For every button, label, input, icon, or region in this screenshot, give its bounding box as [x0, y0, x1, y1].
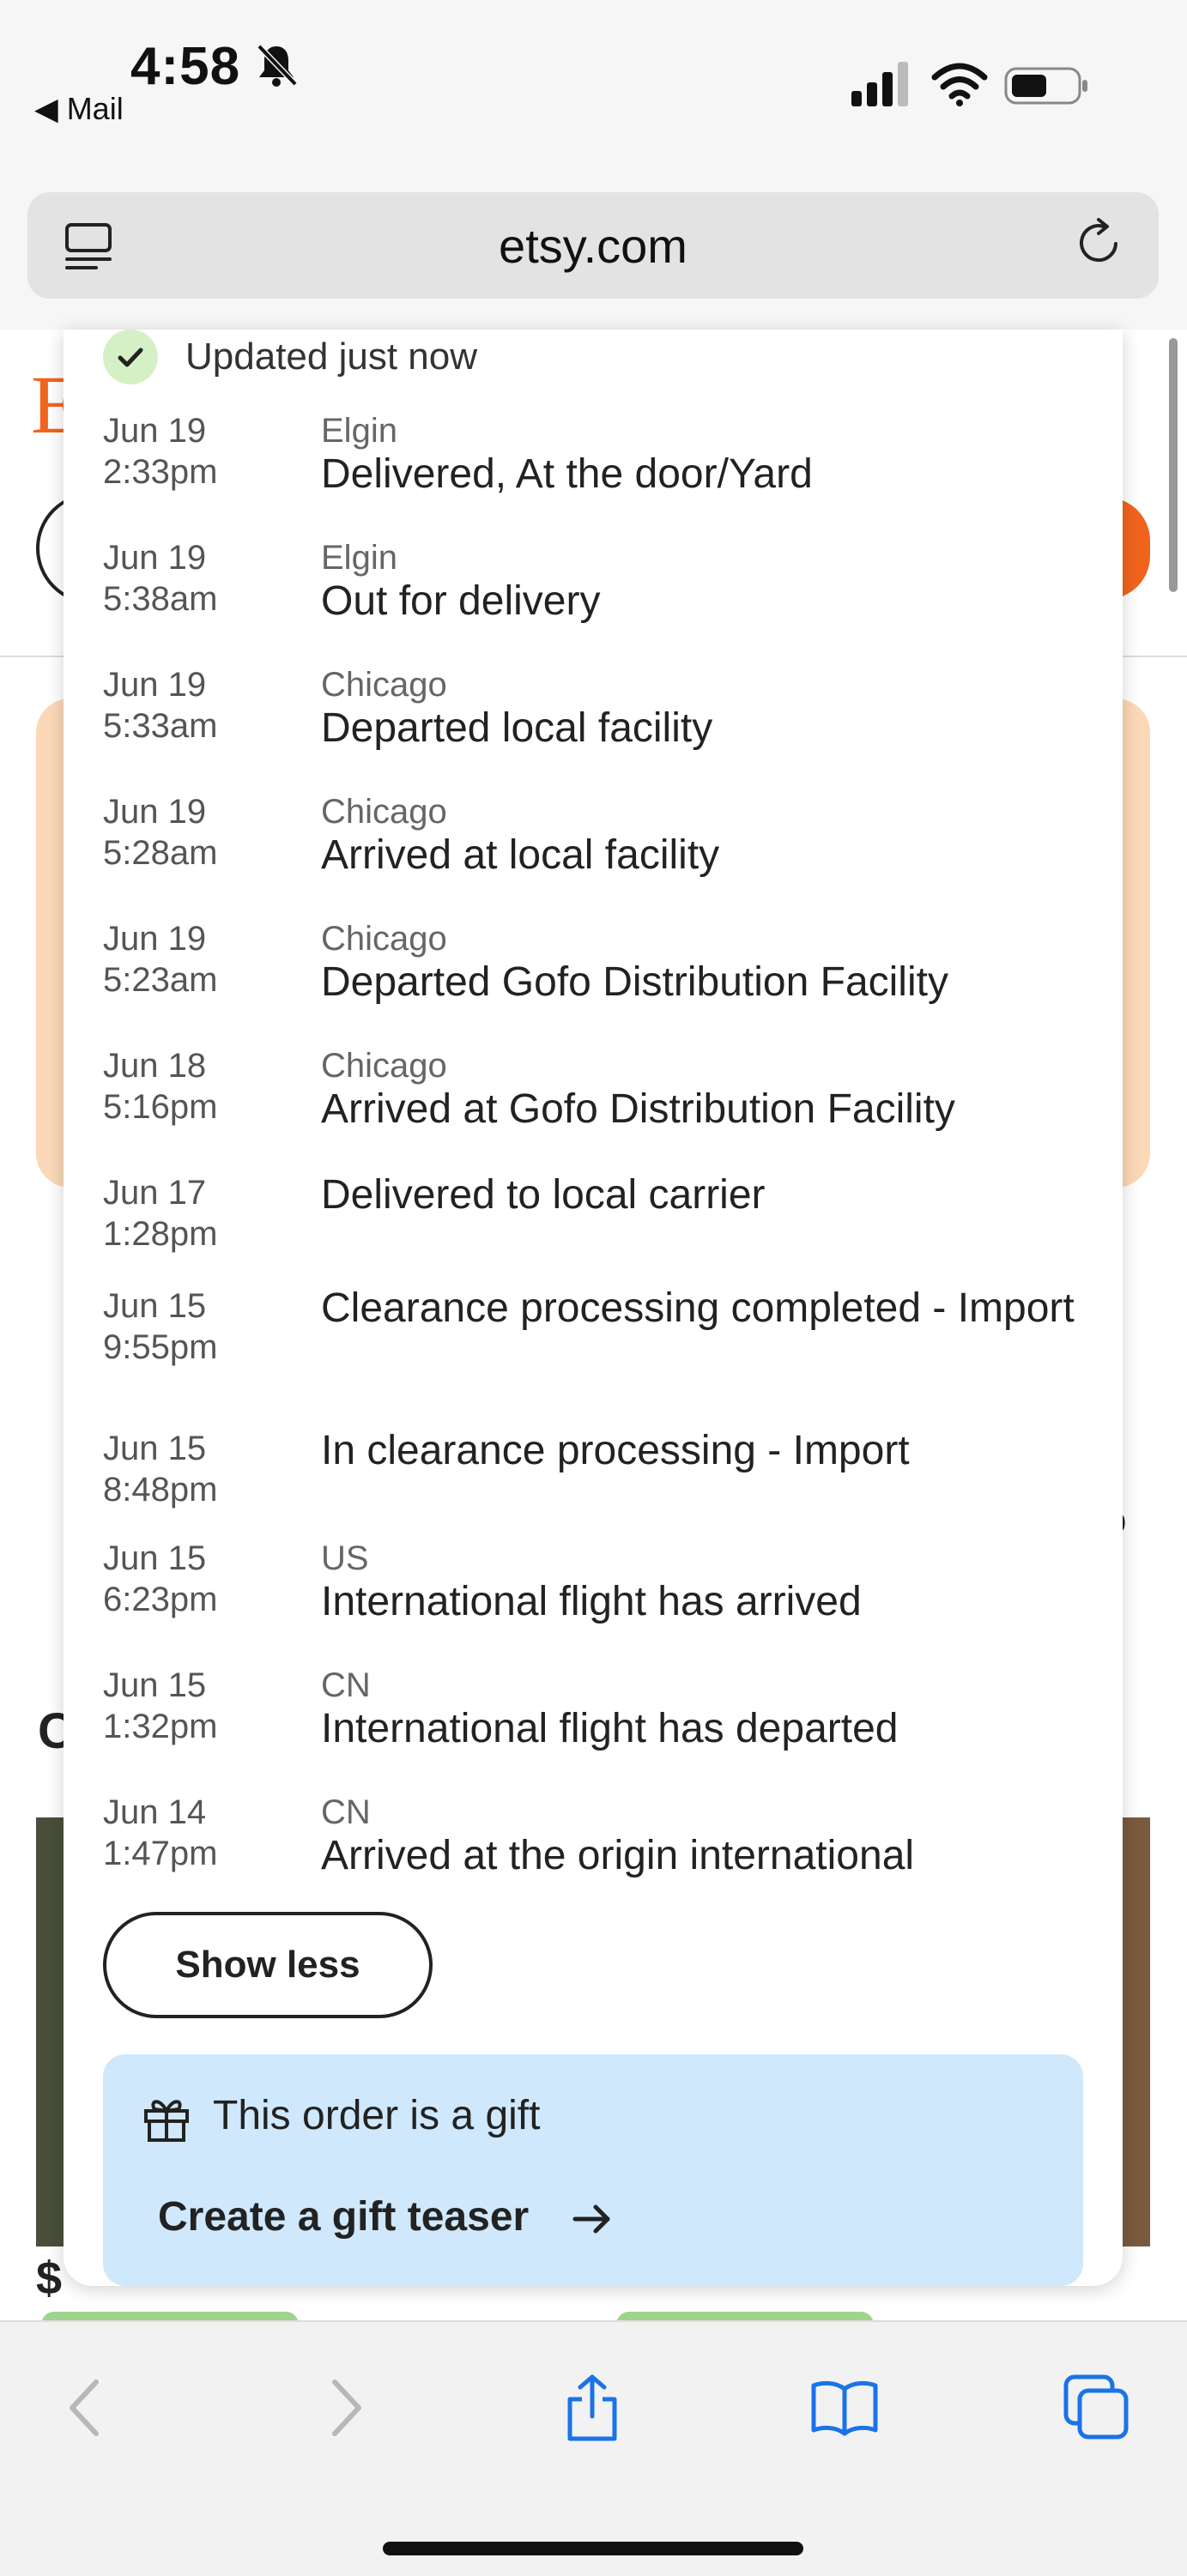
event-datetime: Jun 19 2:33pm	[103, 412, 218, 491]
url-text: etsy.com	[499, 219, 687, 273]
show-less-button[interactable]: Show less	[103, 1912, 433, 2018]
gift-panel: This order is a gift Create a gift tease…	[103, 2054, 1083, 2286]
create-gift-teaser-link[interactable]: Create a gift teaser	[158, 2193, 529, 2240]
arrow-right-icon[interactable]	[570, 2198, 616, 2240]
tabs-icon[interactable]	[1063, 2373, 1131, 2442]
listing-price: $	[36, 2252, 63, 2304]
event-datetime: Jun 15 1:32pm	[103, 1666, 218, 1745]
event-description: Delivered, At the door/Yard	[321, 451, 813, 497]
event-location: CN	[321, 1793, 371, 1831]
browser-toolbar	[0, 2320, 1187, 2576]
event-description: Arrived at the origin international	[321, 1833, 915, 1878]
event-location: Elgin	[321, 412, 397, 450]
gift-text: This order is a gift	[213, 2093, 541, 2138]
bell-slash-icon	[257, 44, 298, 87]
gift-icon	[144, 2100, 189, 2142]
event-location: Chicago	[321, 920, 447, 958]
tracking-popup: Updated just now Jun 19 2:33pm Elgin Deli…	[64, 330, 1123, 2286]
event-description: Arrived at local facility	[321, 832, 720, 878]
wifi-icon	[931, 63, 988, 106]
event-location: Chicago	[321, 1047, 447, 1085]
address-bar[interactable]: etsy.com	[27, 192, 1159, 299]
event-datetime: Jun 15 6:23pm	[103, 1539, 218, 1618]
back-triangle-icon: ◀	[34, 91, 67, 126]
scrollbar[interactable]	[1169, 338, 1178, 592]
reload-icon[interactable]	[1073, 216, 1126, 269]
event-datetime: Jun 15 9:55pm	[103, 1287, 218, 1366]
event-datetime: Jun 14 1:47pm	[103, 1793, 218, 1872]
home-indicator[interactable]	[383, 2542, 803, 2555]
share-icon[interactable]	[558, 2373, 627, 2442]
event-description: Delivered to local carrier	[321, 1172, 766, 1218]
clock: 4:58	[130, 37, 241, 96]
updated-status-text: Updated just now	[185, 336, 477, 378]
event-location: CN	[321, 1666, 371, 1704]
event-description: Clearance processing completed - Import	[321, 1285, 1075, 1331]
event-description: Out for delivery	[321, 578, 601, 624]
event-location: US	[321, 1539, 369, 1577]
event-description: International flight has arrived	[321, 1579, 862, 1624]
event-datetime: Jun 19 5:38am	[103, 539, 218, 618]
forward-icon[interactable]	[311, 2373, 379, 2442]
event-location: Elgin	[321, 539, 397, 577]
event-description: International flight has departed	[321, 1706, 899, 1751]
event-description: In clearance processing - Import	[321, 1428, 910, 1473]
back-label: Mail	[66, 91, 124, 126]
battery-icon	[1004, 67, 1087, 105]
event-datetime: Jun 19 5:28am	[103, 793, 218, 872]
event-datetime: Jun 19 5:33am	[103, 666, 218, 745]
event-description: Arrived at Gofo Distribution Facility	[321, 1086, 955, 1132]
event-datetime: Jun 18 5:16pm	[103, 1047, 218, 1126]
event-datetime: Jun 15 8:48pm	[103, 1430, 218, 1509]
back-icon[interactable]	[51, 2373, 120, 2442]
signal-icon	[851, 62, 908, 106]
event-description: Departed Gofo Distribution Facility	[321, 959, 948, 1005]
event-location: Chicago	[321, 666, 447, 704]
event-description: Departed local facility	[321, 705, 713, 751]
back-to-mail-link[interactable]: ◀ Mail	[34, 91, 124, 127]
event-datetime: Jun 19 5:23am	[103, 920, 218, 999]
event-datetime: Jun 17 1:28pm	[103, 1174, 218, 1253]
status-bar: 4:58 ◀ Mail	[0, 0, 1187, 172]
bookmarks-icon[interactable]	[810, 2373, 879, 2442]
event-location: Chicago	[321, 793, 447, 831]
check-icon	[103, 330, 158, 384]
